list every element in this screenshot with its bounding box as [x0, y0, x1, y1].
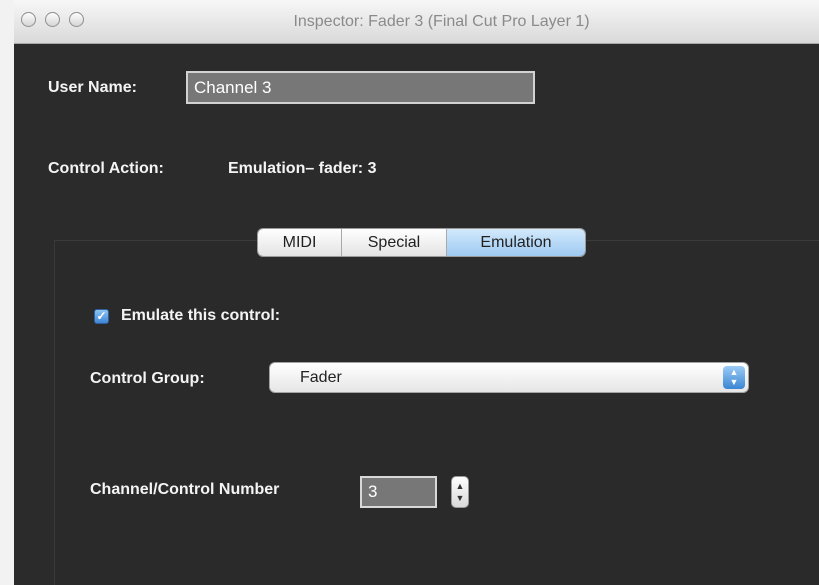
channel-number-field[interactable]: 3	[360, 476, 437, 508]
tab-emulation[interactable]: Emulation	[447, 229, 585, 256]
checkmark-icon: ✓	[96, 309, 107, 323]
emulate-checkbox-label[interactable]: Emulate this control:	[121, 307, 280, 325]
tab-bar: MIDI Special Emulation	[257, 228, 586, 257]
user-name-field[interactable]: Channel 3	[186, 71, 535, 104]
control-group-value: Fader	[300, 369, 342, 386]
control-group-select[interactable]: Fader ▲ ▼	[269, 362, 749, 393]
window-title: Inspector: Fader 3 (Final Cut Pro Layer …	[293, 13, 590, 30]
emulate-checkbox[interactable]: ✓	[94, 309, 109, 324]
control-action-value: Emulation– fader: 3	[228, 160, 377, 177]
user-name-label: User Name:	[48, 79, 137, 96]
control-group-label: Control Group:	[90, 370, 205, 387]
channel-number-label: Channel/Control Number	[90, 481, 280, 498]
control-action-label: Control Action:	[48, 160, 164, 177]
stepper-arrows-icon: ▲ ▼	[455, 481, 465, 503]
inspector-window: Inspector: Fader 3 (Final Cut Pro Layer …	[14, 0, 819, 585]
tab-special[interactable]: Special	[342, 229, 447, 256]
tab-content-panel	[54, 240, 819, 585]
channel-number-stepper[interactable]: ▲ ▼	[451, 476, 469, 508]
tab-midi[interactable]: MIDI	[258, 229, 342, 256]
updown-arrows-icon: ▲ ▼	[723, 366, 745, 389]
title-bar[interactable]: Inspector: Fader 3 (Final Cut Pro Layer …	[14, 0, 819, 44]
